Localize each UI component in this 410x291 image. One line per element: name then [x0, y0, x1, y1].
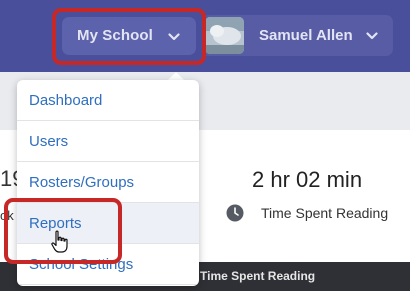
hand-cursor-icon [51, 230, 68, 253]
menu-item-rosters-groups[interactable]: Rosters/Groups [17, 162, 199, 203]
time-spent-value: 2 hr 02 min [252, 167, 363, 192]
chevron-down-icon [366, 32, 378, 40]
menu-item-users[interactable]: Users [17, 121, 199, 162]
avatar [205, 17, 244, 54]
user-name: Samuel Allen [259, 27, 353, 44]
time-spent-label: Time Spent Reading [261, 205, 389, 221]
menu-item-label: Users [29, 133, 69, 150]
menu-item-dashboard[interactable]: Dashboard [17, 80, 199, 121]
clock-icon [226, 204, 244, 222]
bottom-bar-label: Time Spent Reading [200, 269, 316, 283]
menu-item-label: Dashboard [29, 92, 103, 109]
highlight-my-school [52, 8, 206, 65]
menu-item-label: Rosters/Groups [29, 174, 135, 191]
user-menu-button[interactable]: Samuel Allen [202, 15, 393, 56]
